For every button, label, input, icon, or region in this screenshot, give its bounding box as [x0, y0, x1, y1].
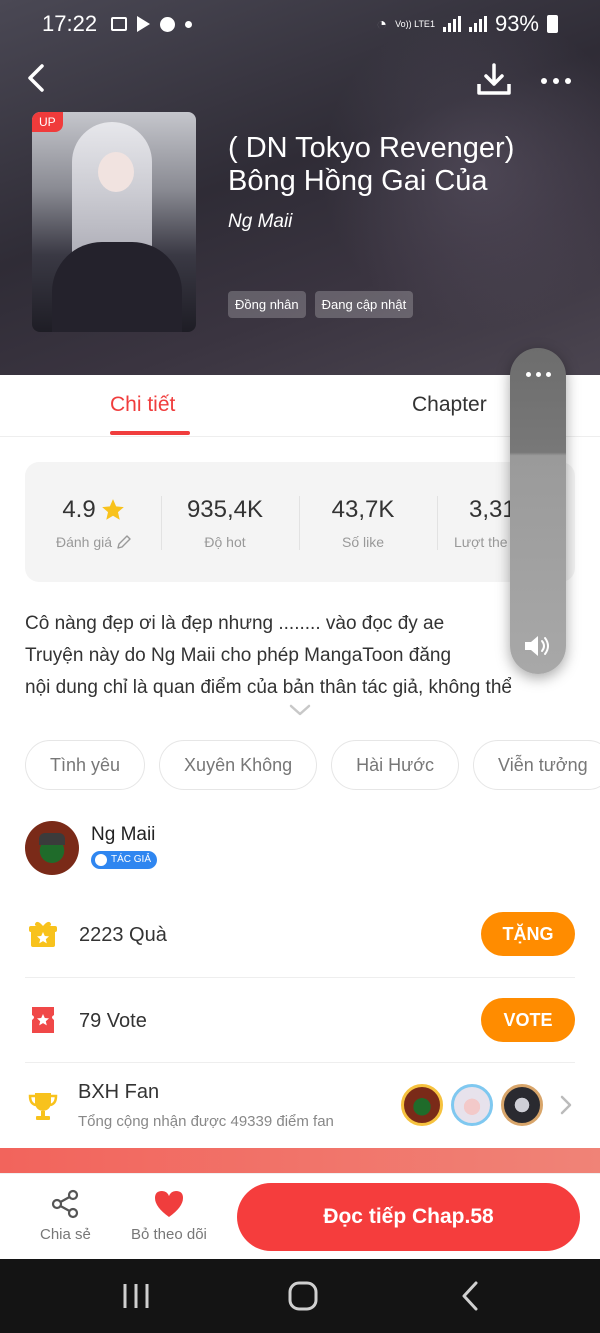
fan-avatar-3[interactable] [501, 1084, 543, 1126]
volume-panel[interactable] [510, 348, 566, 674]
continue-reading-button[interactable]: Đọc tiếp Chap.58 [237, 1183, 580, 1251]
play-store-icon [137, 16, 151, 32]
system-nav-bar [0, 1259, 600, 1333]
stat-likes: 43,7K Số like [294, 496, 432, 550]
hot-value: 935,4K [186, 496, 264, 523]
status-bar: 17:22 ◔ Vo)) LTE1 93% [42, 8, 558, 40]
divider [25, 1062, 575, 1063]
book-tags: Đồng nhân Đang cập nhật [228, 291, 414, 318]
fan-ranking-title[interactable]: BXH Fan [78, 1081, 159, 1104]
likes-value: 43,7K [331, 496, 395, 523]
back-button[interactable] [20, 60, 56, 96]
star-icon [101, 499, 124, 520]
speaker-icon[interactable] [522, 632, 554, 660]
rating-value: 4.9 [62, 496, 96, 523]
rating-label: Đánh giá [55, 534, 113, 550]
system-icons: ◔ Vo)) LTE1 93% [376, 11, 558, 37]
signal-icon [442, 16, 461, 32]
status-time: 17:22 [42, 11, 98, 36]
vote-row: 79 Vote VOTE [25, 997, 575, 1043]
tag-status[interactable]: Đang cập nhật [314, 291, 414, 318]
vote-button[interactable]: VOTE [481, 998, 575, 1042]
bottom-action-bar: Chia sẻ Bỏ theo dõi Đọc tiếp Chap.58 [0, 1173, 600, 1259]
recent-apps-icon[interactable] [116, 1279, 156, 1313]
stat-hot: 935,4K Độ hot [156, 496, 294, 550]
divider [437, 496, 438, 550]
chevron-right-icon[interactable] [558, 1094, 574, 1116]
author-avatar[interactable] [25, 821, 79, 875]
update-badge: UP [32, 112, 63, 132]
dot-icon [541, 78, 547, 84]
hot-label: Độ hot [204, 534, 246, 550]
dot-icon [553, 78, 559, 84]
tab-chapters[interactable]: Chapter [412, 393, 487, 417]
description-line: nội dung chỉ là quan điểm của bản thân t… [25, 677, 512, 698]
genre-chip[interactable]: Hài Hước [331, 740, 460, 790]
genre-chips: Tình yêu Xuyên Không Hài Hước Viễn tưởng [25, 740, 600, 790]
fan-avatar-2[interactable] [451, 1084, 493, 1126]
fan-ranking-subtitle: Tổng cộng nhận được 49339 điểm fan [78, 1113, 334, 1130]
book-author[interactable]: Ng Maii [228, 211, 292, 233]
genre-chip[interactable]: Xuyên Không [159, 740, 318, 790]
dot-icon [565, 78, 571, 84]
download-button[interactable] [474, 60, 514, 100]
book-description: Cô nàng đẹp ơi là đẹp nhưng ........ vào… [25, 608, 585, 704]
battery-icon [547, 15, 558, 33]
stats-card: 4.9 Đánh giá 935,4K Độ hot 43,7K Số like… [25, 462, 575, 582]
book-cover[interactable] [32, 112, 196, 332]
volume-more-button[interactable] [510, 372, 566, 377]
description-line: Truyện này do Ng Maii cho phép MangaToon… [25, 645, 452, 666]
genre-chip[interactable]: Viễn tưởng [473, 740, 600, 790]
lte-indicator: Vo)) LTE1 [395, 18, 435, 29]
tab-indicator [110, 431, 190, 435]
book-header: 17:22 ◔ Vo)) LTE1 93% UP ( DN Tokyo Reve… [0, 0, 600, 375]
expand-chevron-icon[interactable] [288, 702, 312, 718]
edit-pencil-icon [117, 535, 131, 549]
likes-label: Số like [341, 534, 385, 550]
trophy-icon [28, 1093, 58, 1120]
gifts-row: 2223 Quà TẶNG [25, 912, 575, 958]
tag-genre[interactable]: Đồng nhân [228, 291, 306, 318]
unfollow-button[interactable]: Bỏ theo dõi [131, 1188, 207, 1243]
book-title: ( DN Tokyo Revenger) Bông Hồng Gai Của [228, 132, 515, 197]
heart-icon [154, 1191, 183, 1217]
share-button[interactable]: Chia sẻ [40, 1188, 91, 1243]
author-badge: TÁC GIẢ [91, 851, 158, 869]
home-icon[interactable] [283, 1279, 323, 1313]
wifi-icon: ◔ [376, 13, 388, 34]
unfollow-label: Bỏ theo dõi [131, 1226, 207, 1243]
back-nav-icon[interactable] [450, 1279, 490, 1313]
download-icon [477, 63, 511, 95]
tab-details[interactable]: Chi tiết [110, 393, 175, 417]
share-icon [52, 1189, 79, 1219]
share-label: Chia sẻ [40, 1226, 91, 1243]
signal-icon-2 [468, 16, 487, 32]
description-line: Cô nàng đẹp ơi là đẹp nhưng ........ vào… [25, 613, 445, 634]
notification-icons [111, 16, 193, 32]
gift-button[interactable]: TẶNG [481, 912, 575, 956]
divider [25, 977, 575, 978]
vote-ticket-icon [32, 1007, 54, 1033]
vote-count: 79 Vote [79, 1010, 147, 1032]
timer-icon [160, 16, 176, 32]
stat-rating[interactable]: 4.9 Đánh giá [25, 496, 163, 550]
battery-percent: 93% [494, 11, 539, 36]
more-options-button[interactable] [536, 64, 576, 98]
genre-chip[interactable]: Tình yêu [25, 740, 146, 790]
back-arrow-icon [28, 64, 44, 92]
author-name[interactable]: Ng Maii [91, 824, 155, 846]
dot-icon [185, 20, 193, 28]
gift-icon [29, 921, 57, 947]
gallery-icon [111, 17, 128, 31]
gift-count: 2223 Quà [79, 924, 167, 946]
fan-avatar-1[interactable] [401, 1084, 443, 1126]
